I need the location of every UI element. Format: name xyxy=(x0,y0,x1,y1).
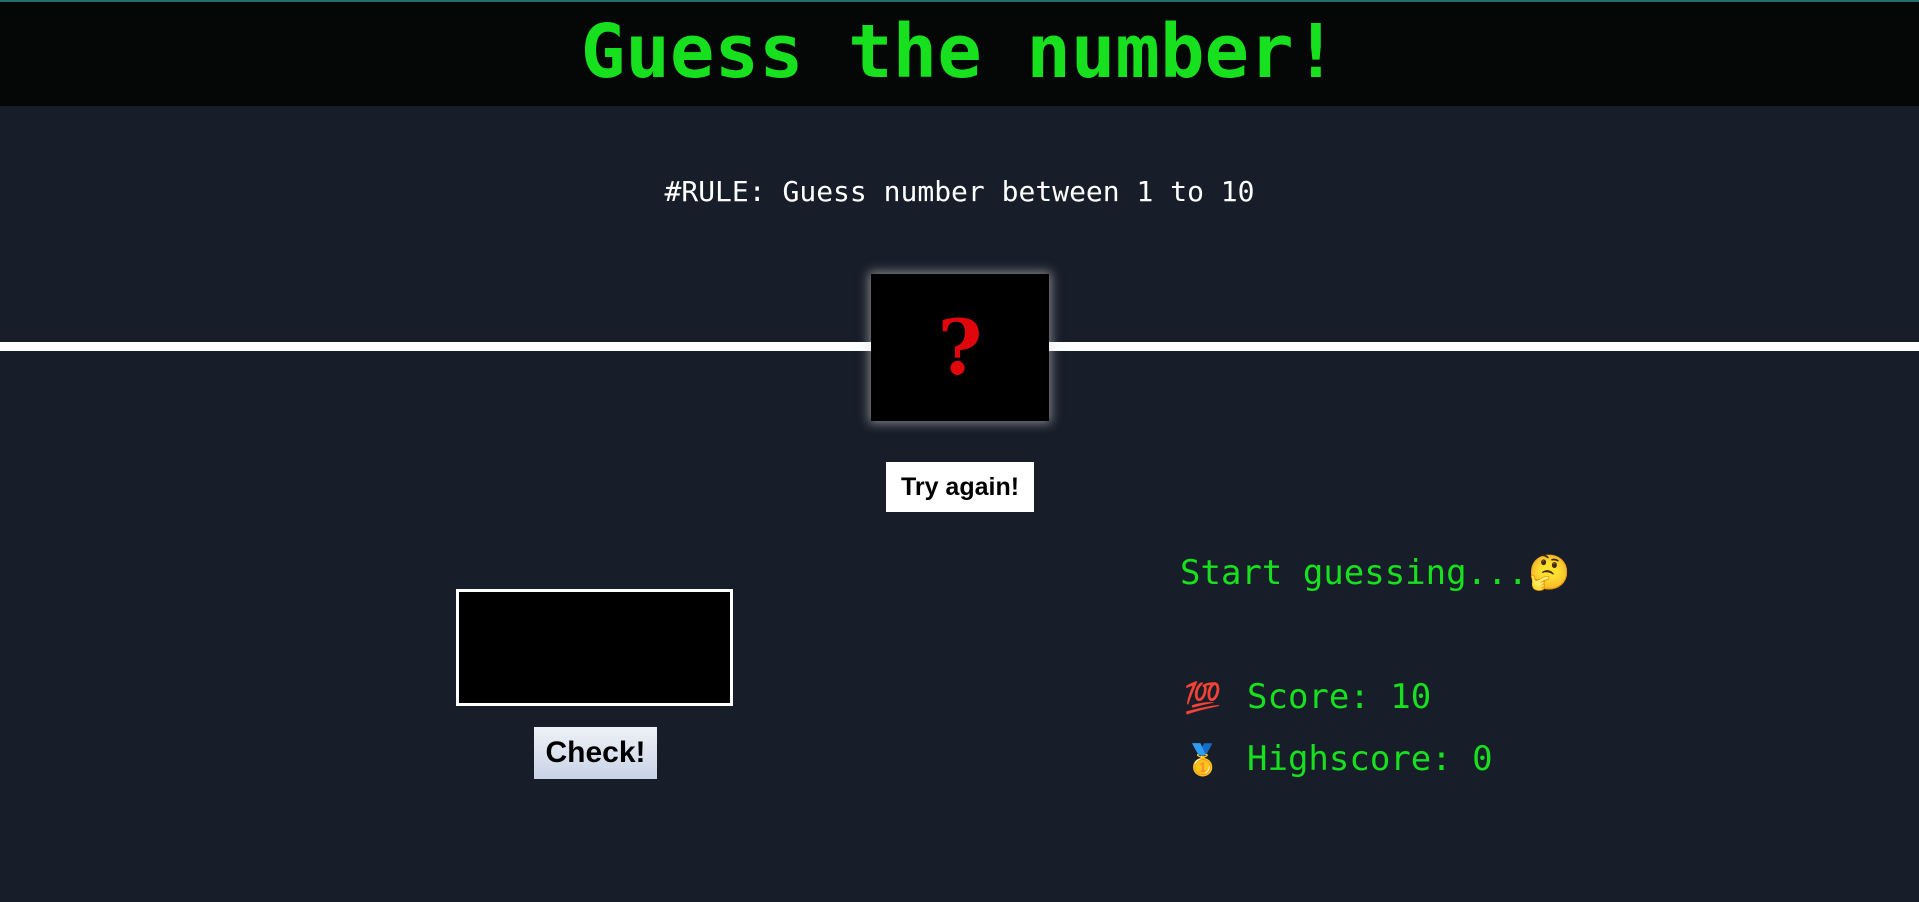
question-mark-icon: ? xyxy=(937,302,983,392)
rule-text: #RULE: Guess number between 1 to 10 xyxy=(664,175,1255,208)
guess-input[interactable] xyxy=(456,589,733,706)
hundred-points-icon: 💯 xyxy=(1184,681,1222,716)
page-title: Guess the number! xyxy=(580,9,1339,95)
score-label: Score: 10 xyxy=(1247,677,1432,717)
status-message: Start guessing...🤔 xyxy=(1180,553,1571,593)
highscore-label: Highscore: 0 xyxy=(1247,739,1493,779)
highscore-row: 🥇 Highscore: 0 xyxy=(1183,738,1493,782)
header-bar: Guess the number! xyxy=(0,2,1919,106)
check-button[interactable]: Check! xyxy=(534,727,657,779)
score-row: 💯 Score: 10 xyxy=(1183,676,1431,720)
medal-icon: 🥇 xyxy=(1184,743,1222,778)
secret-number-box: ? xyxy=(871,274,1049,421)
try-again-button[interactable]: Try again! xyxy=(886,462,1034,512)
